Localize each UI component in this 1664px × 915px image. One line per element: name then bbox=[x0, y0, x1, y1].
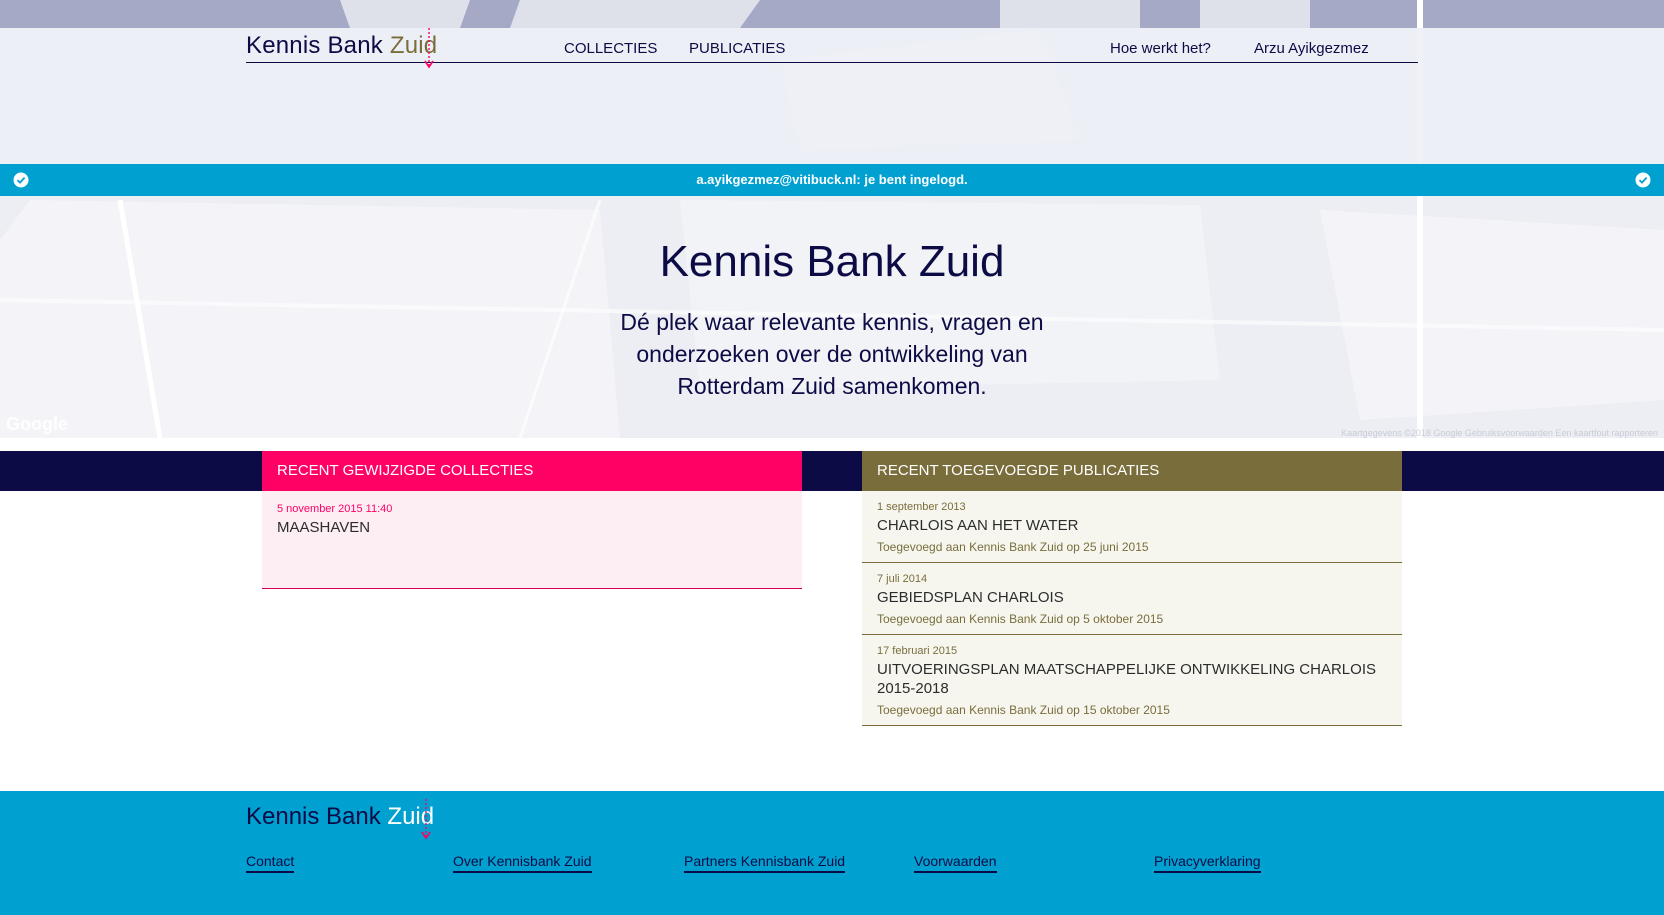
collection-title-link[interactable]: MAASHAVEN bbox=[277, 519, 787, 536]
map-brand-logo: Google bbox=[6, 414, 68, 434]
list-item[interactable]: 1 september 2013 CHARLOIS AAN HET WATER … bbox=[862, 491, 1402, 563]
publication-date: 7 juli 2014 bbox=[877, 573, 928, 585]
map-attribution[interactable]: Kaartgegevens ©2018 Google Gebruiksvoorw… bbox=[1341, 428, 1658, 438]
footer-link-over[interactable]: Over Kennisbank Zuid bbox=[453, 853, 592, 873]
footer-link-privacy[interactable]: Privacyverklaring bbox=[1154, 853, 1261, 873]
publication-date: 1 september 2013 bbox=[877, 501, 966, 513]
section-divider-band bbox=[0, 451, 1664, 491]
hero-subtitle: Dé plek waar relevante kennis, vragen en… bbox=[620, 309, 1044, 399]
hero-title: Kennis Bank Zuid bbox=[659, 237, 1005, 286]
footer-link-partners[interactable]: Partners Kennisbank Zuid bbox=[684, 853, 846, 873]
collection-date: 5 november 2015 11:40 bbox=[277, 503, 393, 515]
site-header: Kennis Bank Zuid COLLECTIES PUBLICATIES … bbox=[246, 28, 1418, 69]
publication-added-note: Toegevoegd aan Kennis Bank Zuid op 5 okt… bbox=[877, 612, 1164, 626]
panel-heading: RECENT GEWIJZIGDE COLLECTIES bbox=[262, 451, 802, 491]
footer-logo[interactable]: Kennis Bank Zuid bbox=[246, 799, 434, 840]
publication-added-note: Toegevoegd aan Kennis Bank Zuid op 25 ju… bbox=[877, 540, 1149, 554]
login-banner: a.ayikgezmez@vitibuck.nl: je bent ingelo… bbox=[0, 164, 1664, 196]
nav-help-link[interactable]: Hoe werkt het? bbox=[1110, 40, 1211, 57]
list-item[interactable]: 7 juli 2014 GEBIEDSPLAN CHARLOIS Toegevo… bbox=[862, 563, 1402, 635]
nav-user-name[interactable]: Arzu Ayikgezmez bbox=[1254, 40, 1369, 57]
publication-date: 17 februari 2015 bbox=[877, 645, 958, 657]
nav-collecties[interactable]: COLLECTIES bbox=[564, 40, 657, 57]
login-message: a.ayikgezmez@vitibuck.nl: je bent ingelo… bbox=[696, 172, 968, 187]
panel-heading: RECENT TOEGEVOEGDE PUBLICATIES bbox=[862, 451, 1402, 491]
list-item[interactable]: 5 november 2015 11:40 MAASHAVEN bbox=[262, 491, 802, 589]
footer-logo-text-main: Kennis Bank bbox=[246, 803, 388, 830]
logo-arrow-icon bbox=[424, 28, 434, 69]
publication-title-link[interactable]: UITVOERINGSPLAN MAATSCHAPPELIJKE ONTWIKK… bbox=[877, 660, 1387, 698]
logo-text-main: Kennis Bank bbox=[246, 32, 390, 59]
logo-arrow-icon bbox=[421, 799, 431, 840]
check-circle-icon[interactable] bbox=[1635, 172, 1651, 188]
nav-publicaties[interactable]: PUBLICATIES bbox=[689, 40, 785, 57]
publication-title-link[interactable]: CHARLOIS AAN HET WATER bbox=[877, 516, 1387, 535]
site-footer: Kennis Bank Zuid Contact Over Kennisbank… bbox=[0, 791, 1664, 915]
list-item[interactable]: 17 februari 2015 UITVOERINGSPLAN MAATSCH… bbox=[862, 635, 1402, 726]
footer-link-contact[interactable]: Contact bbox=[246, 853, 295, 873]
recent-publications-panel: RECENT TOEGEVOEGDE PUBLICATIES 1 septemb… bbox=[862, 451, 1402, 726]
site-logo[interactable]: Kennis Bank Zuid bbox=[246, 28, 437, 69]
publication-title-link[interactable]: GEBIEDSPLAN CHARLOIS bbox=[877, 588, 1387, 607]
recent-collections-panel: RECENT GEWIJZIGDE COLLECTIES 5 november … bbox=[262, 451, 802, 589]
footer-link-voorwaarden[interactable]: Voorwaarden bbox=[914, 853, 997, 873]
publication-added-note: Toegevoegd aan Kennis Bank Zuid op 15 ok… bbox=[877, 703, 1170, 717]
